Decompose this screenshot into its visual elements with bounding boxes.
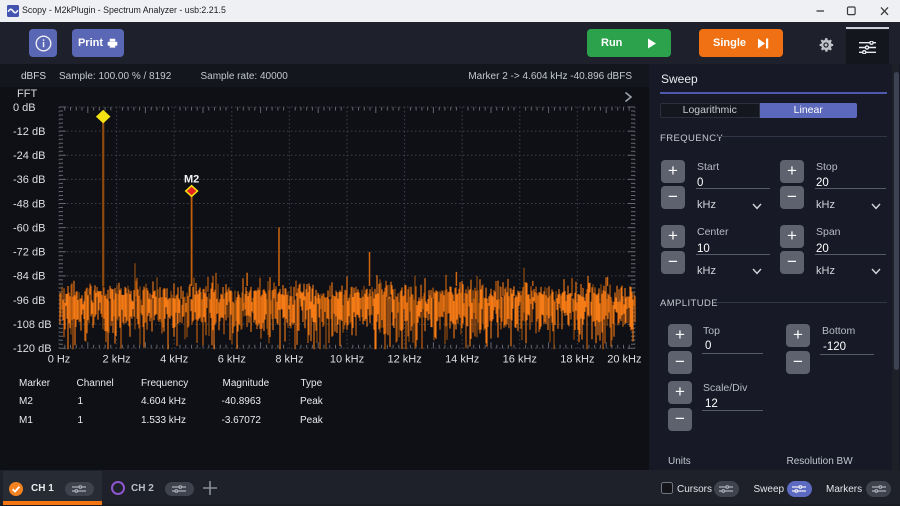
svg-text:10 kHz: 10 kHz (330, 354, 364, 366)
svg-text:8 kHz: 8 kHz (275, 354, 303, 366)
svg-text:-108 dB: -108 dB (13, 319, 52, 331)
svg-text:M2: M2 (184, 174, 199, 186)
svg-text:-120 dB: -120 dB (13, 343, 52, 355)
svg-text:4 kHz: 4 kHz (160, 354, 188, 366)
svg-text:14 kHz: 14 kHz (445, 354, 479, 366)
svg-text:16 kHz: 16 kHz (503, 354, 537, 366)
svg-text:18 kHz: 18 kHz (560, 354, 594, 366)
svg-text:-60 dB: -60 dB (13, 222, 45, 234)
svg-text:-36 dB: -36 dB (13, 174, 45, 186)
svg-text:FFT: FFT (17, 88, 37, 100)
svg-text:0 Hz: 0 Hz (48, 354, 71, 366)
svg-text:-24 dB: -24 dB (13, 150, 45, 162)
svg-text:-12 dB: -12 dB (13, 126, 45, 138)
svg-text:-48 dB: -48 dB (13, 198, 45, 210)
svg-text:-72 dB: -72 dB (13, 247, 45, 259)
svg-text:20 kHz: 20 kHz (607, 354, 641, 366)
svg-text:6 kHz: 6 kHz (218, 354, 246, 366)
svg-text:2 kHz: 2 kHz (103, 354, 131, 366)
svg-text:12 kHz: 12 kHz (387, 354, 421, 366)
svg-text:-96 dB: -96 dB (13, 295, 45, 307)
svg-text:0 dB: 0 dB (13, 102, 36, 114)
svg-text:-84 dB: -84 dB (13, 271, 45, 283)
